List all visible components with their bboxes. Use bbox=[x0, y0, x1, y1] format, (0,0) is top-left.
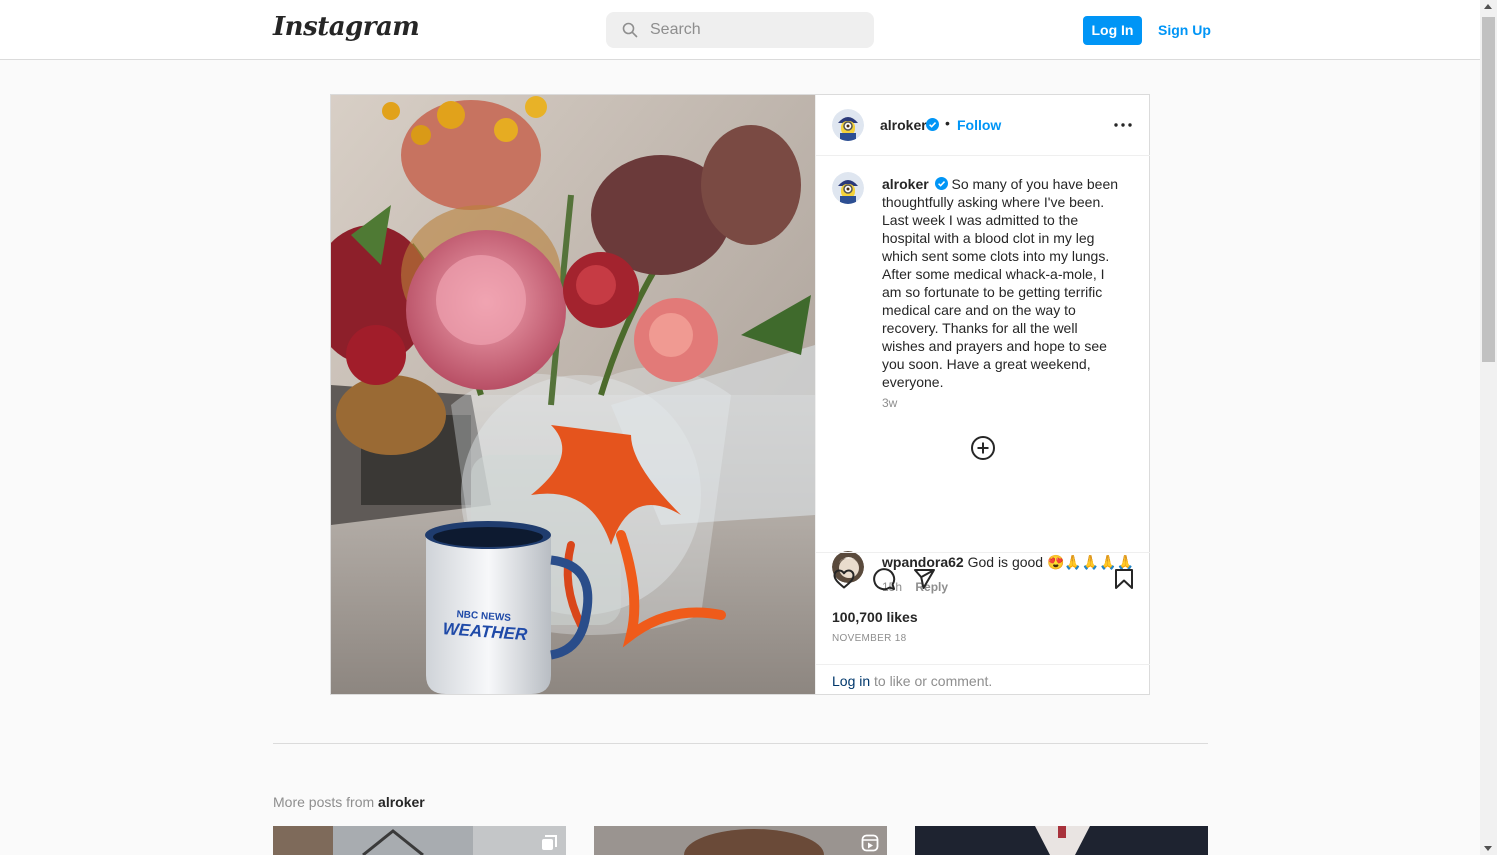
caption-body: So many of you have been thoughtfully as… bbox=[882, 176, 1119, 390]
verified-badge-icon bbox=[926, 118, 939, 131]
search-input[interactable] bbox=[650, 12, 860, 48]
author-username[interactable]: alroker bbox=[880, 117, 927, 133]
post-card: NBC NEWS WEATHER alroker • Follow alroke… bbox=[330, 94, 1150, 695]
comment-icon[interactable] bbox=[872, 567, 896, 591]
caption-text: alroker So many of you have been thought… bbox=[882, 175, 1122, 391]
author-avatar[interactable] bbox=[832, 109, 864, 141]
sign-up-link[interactable]: Sign Up bbox=[1158, 22, 1211, 38]
verified-badge-icon bbox=[934, 177, 948, 190]
separator-dot: • bbox=[945, 115, 950, 131]
search-icon bbox=[622, 22, 638, 38]
search-box[interactable] bbox=[606, 12, 874, 48]
action-section: 100,700 likes NOVEMBER 18 bbox=[816, 552, 1150, 664]
portrait-thumbnail-image bbox=[594, 826, 887, 855]
suit-thumbnail-image bbox=[915, 826, 1208, 855]
share-icon[interactable] bbox=[912, 567, 936, 591]
log-in-button[interactable]: Log In bbox=[1083, 16, 1142, 45]
scrollbar-thumb[interactable] bbox=[1482, 17, 1495, 362]
more-post-thumbnail[interactable] bbox=[594, 826, 887, 855]
page-scrollbar[interactable] bbox=[1480, 0, 1497, 855]
caption-avatar[interactable] bbox=[832, 172, 864, 204]
follow-button[interactable]: Follow bbox=[957, 117, 1001, 133]
heart-icon[interactable] bbox=[832, 567, 856, 591]
more-post-thumbnail[interactable] bbox=[915, 826, 1208, 855]
login-prompt-text: to like or comment. bbox=[874, 673, 993, 689]
minion-avatar-image bbox=[832, 109, 864, 141]
more-posts-prefix: More posts from bbox=[273, 794, 375, 810]
post-date[interactable]: NOVEMBER 18 bbox=[832, 633, 906, 644]
street-thumbnail-image bbox=[273, 826, 566, 855]
bookmark-icon[interactable] bbox=[1112, 567, 1136, 591]
top-nav-bar: Instagram Log In Sign Up bbox=[0, 0, 1480, 60]
more-posts-heading: More posts from alroker bbox=[273, 794, 425, 810]
log-in-link[interactable]: Log in bbox=[832, 673, 870, 689]
scroll-down-arrow-icon[interactable] bbox=[1484, 846, 1492, 851]
add-comment-icon[interactable] bbox=[970, 435, 996, 461]
instagram-logo[interactable]: Instagram bbox=[273, 12, 420, 42]
minion-avatar-image bbox=[832, 172, 864, 204]
post-photo[interactable]: NBC NEWS WEATHER bbox=[331, 95, 815, 694]
more-options-icon[interactable] bbox=[1112, 115, 1134, 135]
section-divider bbox=[273, 743, 1208, 744]
post-sidebar: alroker • Follow alroker So many of you … bbox=[815, 95, 1150, 694]
likes-count[interactable]: 100,700 likes bbox=[832, 609, 918, 625]
login-prompt: Log in to like or comment. bbox=[816, 664, 1150, 694]
more-posts-username[interactable]: alroker bbox=[378, 794, 425, 810]
post-header: alroker • Follow bbox=[816, 95, 1150, 156]
scroll-up-arrow-icon[interactable] bbox=[1484, 4, 1492, 9]
carousel-icon bbox=[542, 835, 557, 850]
reels-icon bbox=[861, 834, 879, 852]
more-post-thumbnail[interactable] bbox=[273, 826, 566, 855]
caption-timestamp[interactable]: 3w bbox=[882, 396, 897, 410]
flowers-photo-image bbox=[331, 95, 815, 694]
caption-username[interactable]: alroker bbox=[882, 176, 929, 192]
